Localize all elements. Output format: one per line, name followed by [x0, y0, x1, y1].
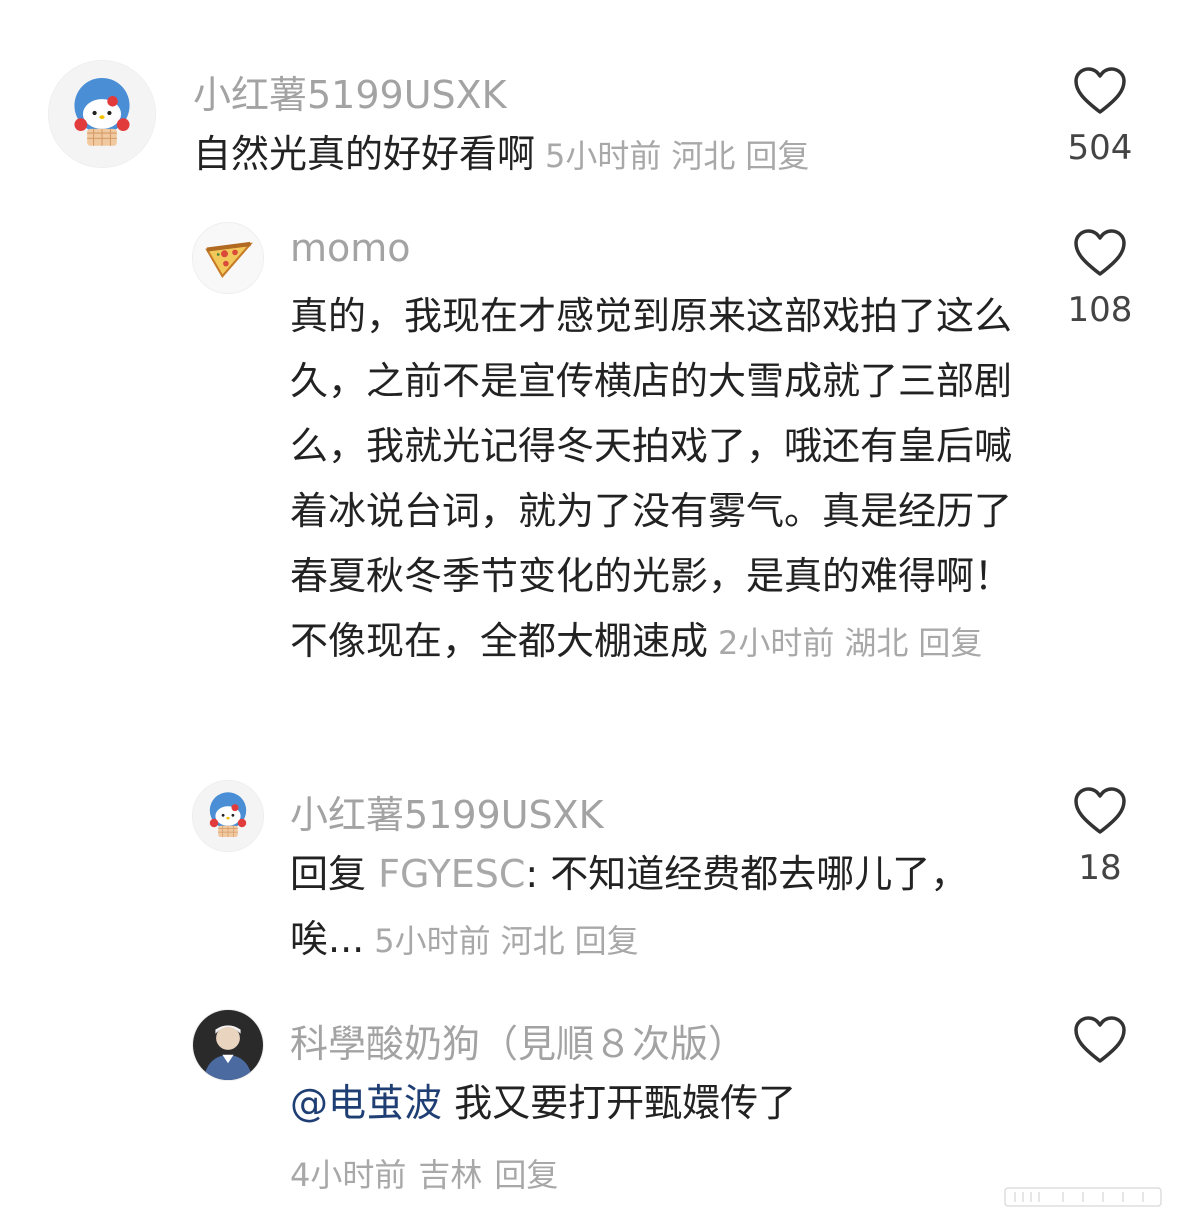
avatar[interactable] [192, 780, 264, 852]
timestamp: 2小时前 [718, 624, 835, 662]
pizza-avatar-icon [193, 223, 263, 293]
watermark-logo-icon [1004, 1187, 1162, 1207]
mention-link[interactable]: @电茧波 [290, 1081, 442, 1125]
like-count: 108 [1067, 290, 1133, 330]
like-count: 18 [1078, 848, 1122, 888]
heart-icon[interactable] [1073, 228, 1127, 278]
person-photo-avatar-icon [193, 1010, 263, 1080]
comment-meta: 5小时前 河北 回复 [374, 922, 648, 960]
comment-text: 我又要打开甄嬛传了 [454, 1081, 797, 1125]
timestamp: 5小时前 [374, 922, 491, 960]
comment-text-block: 自然光真的好好看啊 5小时前 河北 回复 [193, 122, 1033, 189]
hello-kitty-avatar-icon [193, 781, 263, 851]
location: 吉林 [418, 1156, 483, 1194]
comment-meta: 5小时前 河北 回复 [545, 137, 819, 175]
avatar[interactable] [192, 222, 264, 294]
comment-text: 真的，我现在才感觉到原来这部戏拍了这么久，之前不是宣传横店的大雪成就了三部剧么，… [290, 294, 1013, 663]
reply-prefix: 回复 [290, 852, 367, 896]
avatar[interactable] [48, 60, 156, 168]
hello-kitty-avatar-icon [49, 61, 155, 167]
timestamp: 4小时前 [290, 1156, 407, 1194]
username[interactable]: momo [290, 226, 411, 270]
reply-button[interactable]: 回复 [745, 137, 809, 175]
comment-text-block: 回复 FGYESC: 不知道经费都去哪儿了，唉... 5小时前 河北 回复 [290, 842, 970, 974]
heart-icon[interactable] [1073, 1015, 1127, 1065]
like-control[interactable]: 108 [1040, 228, 1160, 330]
heart-icon[interactable] [1073, 66, 1127, 116]
username[interactable]: 小红薯5199USXK [290, 784, 604, 839]
comment-meta: 4小时前 吉林 回复 [290, 1150, 570, 1196]
avatar[interactable] [192, 1009, 264, 1081]
username[interactable]: 科學酸奶狗（見順８次版） [290, 1013, 746, 1068]
heart-icon[interactable] [1073, 786, 1127, 836]
reply-button[interactable]: 回复 [918, 624, 982, 662]
username[interactable]: 小红薯5199USXK [193, 64, 507, 119]
like-count: 504 [1067, 128, 1133, 168]
reply-target-username[interactable]: FGYESC [378, 852, 525, 896]
like-control[interactable]: 18 [1040, 786, 1160, 888]
location: 河北 [671, 137, 736, 175]
comment-text-block: @电茧波 我又要打开甄嬛传了 [290, 1071, 1030, 1136]
like-control[interactable] [1040, 1015, 1160, 1077]
location: 湖北 [844, 624, 909, 662]
comment-text-block: 真的，我现在才感觉到原来这部戏拍了这么久，之前不是宣传横店的大雪成就了三部剧么，… [290, 284, 1020, 676]
like-control[interactable]: 504 [1040, 66, 1160, 168]
comment-meta: 2小时前 湖北 回复 [718, 624, 992, 662]
location: 河北 [500, 922, 565, 960]
comment-text: 自然光真的好好看啊 [193, 132, 536, 176]
reply-button[interactable]: 回复 [575, 922, 639, 960]
reply-button[interactable]: 回复 [494, 1156, 558, 1194]
timestamp: 5小时前 [545, 137, 662, 175]
